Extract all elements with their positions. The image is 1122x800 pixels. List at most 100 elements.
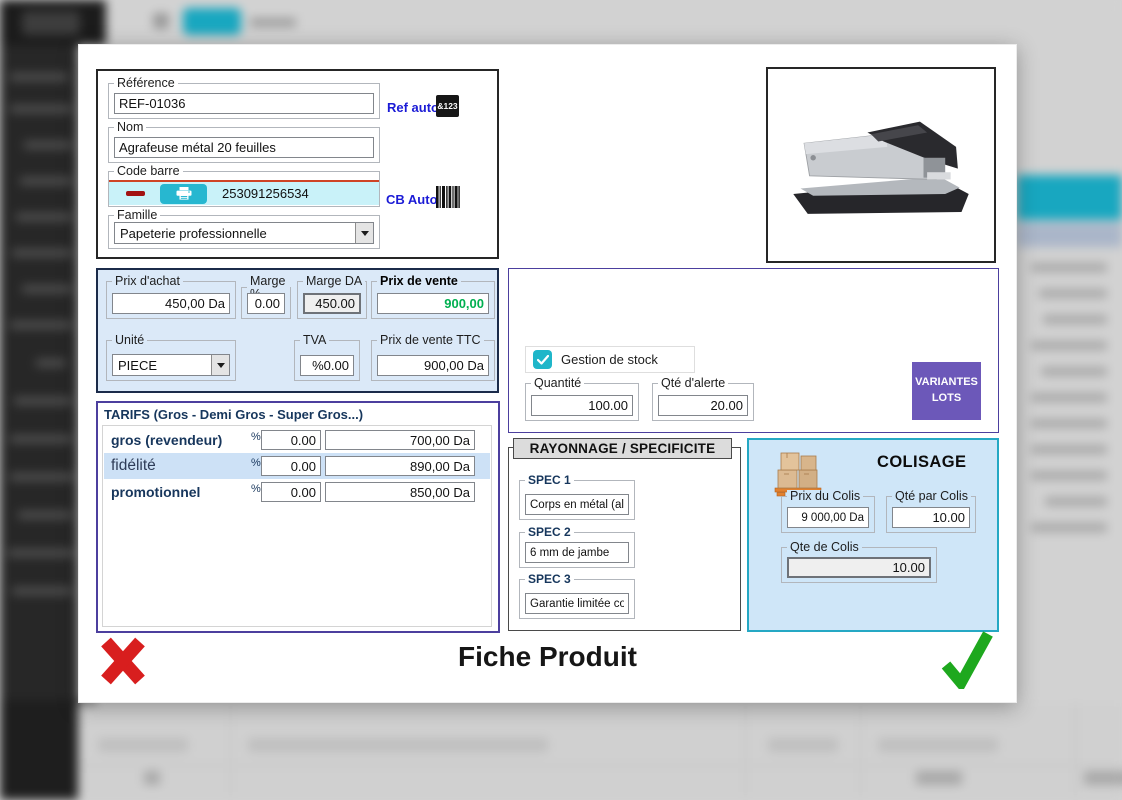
code-barre-row: 253091256534 [109,180,379,205]
validate-button[interactable] [941,629,993,689]
tarif-label: gros (revendeur) [111,432,222,448]
spec1-input[interactable] [525,494,629,515]
tarifs-table: gros (revendeur) % fidélité % promotionn… [102,425,492,627]
marge-da-readonly [303,293,361,314]
colisage-header: COLISAGE [877,453,966,472]
tarif-label: fidélité [111,457,156,475]
marge-pct-input[interactable] [247,293,285,314]
tarif-price-input[interactable] [325,430,475,450]
gestion-stock-group: Gestion de stock [525,346,695,373]
barcode-remove-icon[interactable] [126,191,145,196]
qte-alerte-group: Qté d'alerte [652,377,754,421]
prix-vente-input[interactable] [377,293,489,314]
tarifs-section: TARIFS (Gros - Demi Gros - Super Gros...… [96,401,500,633]
chevron-down-icon [211,355,229,375]
fiche-produit-dialog: Référence Ref auto &123 Nom Code barre [78,44,1017,703]
ref-auto-generate-icon[interactable]: &123 [436,95,459,117]
identity-section: Référence Ref auto &123 Nom Code barre [96,69,499,259]
prix-vente-ttc-input[interactable] [377,355,489,376]
tarif-price-input[interactable] [325,456,475,476]
background-teal-button [183,8,241,35]
tva-input[interactable] [300,355,354,376]
tarif-price-input[interactable] [325,482,475,502]
nom-label: Nom [114,121,146,134]
printer-icon [176,187,192,200]
nom-input[interactable] [114,137,374,158]
tva-group: TVA [294,334,360,381]
prix-achat-label: Prix d'achat [112,275,183,288]
background-table [78,703,1122,800]
gestion-stock-checkbox[interactable] [533,350,552,369]
background-sidebar-header [0,0,106,45]
qte-de-colis-readonly [787,557,931,578]
chevron-down-icon [355,223,373,243]
variantes-lots-button[interactable]: VARIANTES LOTS [912,362,981,420]
reference-input[interactable] [114,93,374,114]
background-toolbar-icon [153,13,169,29]
qte-par-colis-input[interactable] [892,507,970,528]
spec2-group: SPEC 2 [519,526,635,568]
marge-da-label: Marge DA [303,275,365,288]
background-sidebar [0,45,78,800]
code-barre-group: Code barre 253091256534 [108,165,380,207]
spec1-label: SPEC 1 [525,474,574,486]
prix-vente-group: Prix de vente [371,275,495,319]
pricing-section: Prix d'achat Marge % Marge DA Prix de ve… [96,268,499,393]
prix-colis-label: Prix du Colis [787,490,863,503]
rayonnage-header: RAYONNAGE / SPECIFICITE [513,438,732,459]
unite-group: Unité PIECE [106,334,236,381]
spec2-label: SPEC 2 [525,526,574,538]
check-icon [537,355,549,365]
famille-select[interactable]: Papeterie professionnelle [114,222,374,244]
cb-auto-label: CB Auto [386,192,438,207]
colisage-section: COLISAGE Prix du Colis Qté par Colis Qte… [747,438,999,632]
stapler-image [777,90,985,240]
tarif-percent-input[interactable] [261,430,321,450]
variantes-line1: VARIANTES [915,375,978,391]
famille-label: Famille [114,209,160,222]
tarif-row-gros: gros (revendeur) % [104,427,490,453]
quantite-input[interactable] [531,395,633,416]
code-barre-value: 253091256534 [222,186,309,201]
tarif-label: promotionnel [111,484,200,500]
ok-check-icon [941,629,993,689]
unite-select[interactable]: PIECE [112,354,230,376]
rayonnage-section: SPEC 1 SPEC 2 SPEC 3 [508,447,741,631]
qte-par-colis-label: Qté par Colis [892,490,971,503]
qte-par-colis-group: Qté par Colis [886,490,976,533]
spec1-group: SPEC 1 [519,474,635,520]
qte-alerte-input[interactable] [658,395,748,416]
code-barre-label: Code barre [114,165,183,178]
print-barcode-button[interactable] [160,184,207,204]
background-logo [22,11,80,35]
prix-achat-input[interactable] [112,293,230,314]
prix-colis-input[interactable] [787,507,869,528]
prix-vente-label: Prix de vente [377,275,461,288]
cb-auto-barcode-icon[interactable] [436,186,460,208]
prix-vente-ttc-group: Prix de vente TTC [371,334,495,381]
spec3-input[interactable] [525,593,629,614]
qte-de-colis-label: Qte de Colis [787,541,862,554]
tarif-percent-input[interactable] [261,456,321,476]
unite-label: Unité [112,334,147,347]
nom-group: Nom [108,121,380,163]
spec3-group: SPEC 3 [519,573,635,619]
product-image-box [766,67,996,263]
background-topbar [0,0,1122,45]
tarifs-header: TARIFS (Gros - Demi Gros - Super Gros...… [104,407,363,422]
spec2-input[interactable] [525,542,629,563]
background-toolbar-text [250,18,296,27]
background-list-header [1017,175,1122,220]
tarif-percent-input[interactable] [261,482,321,502]
qte-de-colis-group: Qte de Colis [781,541,937,583]
famille-value: Papeterie professionnelle [115,226,355,241]
prix-colis-group: Prix du Colis [781,490,875,533]
tva-label: TVA [300,334,329,347]
marge-pct-group: Marge % [241,275,291,319]
background-product-list [1017,45,1122,800]
spec3-label: SPEC 3 [525,573,574,585]
stock-section: Gestion de stock Quantité Qté d'alerte V… [508,268,999,433]
reference-label: Référence [114,77,178,90]
tarif-row-promotionnel: promotionnel % [104,479,490,505]
quantite-group: Quantité [525,377,639,421]
